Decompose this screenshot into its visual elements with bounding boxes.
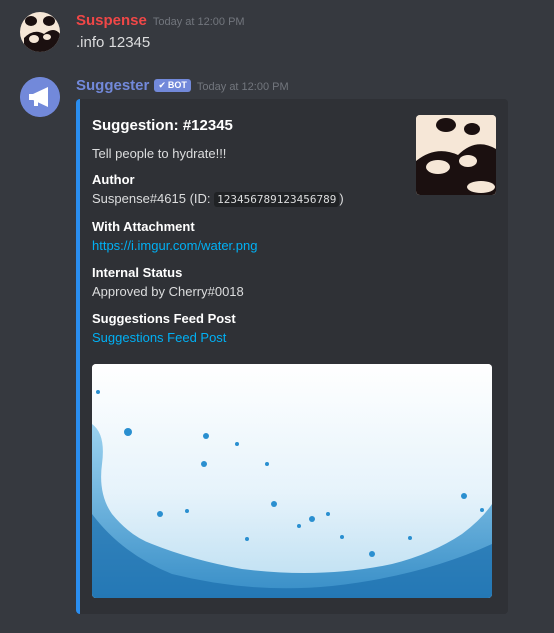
suggestion-embed: Suggestion: #12345 Tell people to hydrat… xyxy=(76,99,508,614)
water-splash-image xyxy=(92,364,492,598)
panda-icon xyxy=(416,115,496,195)
username-suspense[interactable]: Suspense Today at 12:00 PM xyxy=(76,11,245,32)
bot-badge: ✔ BOT xyxy=(154,79,191,92)
avatar-suggester[interactable] xyxy=(20,77,60,117)
panda-icon xyxy=(20,12,60,52)
author-id-code: 123456789123456789 xyxy=(214,192,340,207)
verified-check-icon: ✔ xyxy=(158,80,166,90)
embed-title: Suggestion: #12345 xyxy=(92,117,233,134)
field-value: https://i.imgur.com/water.png xyxy=(92,236,402,256)
username-text[interactable]: Suggester xyxy=(76,77,149,94)
field-author: Author Suspense#4615 (ID: 12345678912345… xyxy=(92,171,402,210)
embed-description: Tell people to hydrate!!! xyxy=(92,146,227,161)
megaphone-icon xyxy=(20,77,60,117)
chat-messages: Suspense Today at 12:00 PM .info 12345 Su… xyxy=(0,0,554,633)
field-value: Suggestions Feed Post xyxy=(92,328,402,348)
field-name: Author xyxy=(92,172,135,187)
message-timestamp: Today at 12:00 PM xyxy=(196,81,289,93)
embed-thumbnail[interactable] xyxy=(416,115,496,195)
field-value: Approved by Cherry#0018 xyxy=(92,284,244,299)
author-id-close: ) xyxy=(339,191,344,206)
field-name: Internal Status xyxy=(92,265,183,280)
author-name: Suspense#4615 (ID: xyxy=(92,191,215,206)
field-name: Suggestions Feed Post xyxy=(92,311,236,326)
field-internal-status: Internal Status Approved by Cherry#0018 xyxy=(92,264,402,302)
feed-post-link[interactable]: Suggestions Feed Post xyxy=(92,330,226,345)
message-suspense: Suspense Today at 12:00 PM .info 12345 xyxy=(0,0,554,70)
field-name: With Attachment xyxy=(92,219,195,234)
username-text[interactable]: Suspense xyxy=(76,12,147,29)
avatar-suspense[interactable] xyxy=(20,12,60,52)
field-attachment: With Attachment https://i.imgur.com/wate… xyxy=(92,218,402,256)
embed-image[interactable] xyxy=(92,364,492,598)
message-text: .info 12345 xyxy=(76,34,151,51)
username-suggester[interactable]: Suggester ✔ BOT Today at 12:00 PM xyxy=(76,76,289,97)
attachment-link[interactable]: https://i.imgur.com/water.png xyxy=(92,238,257,253)
bot-badge-label: BOT xyxy=(167,80,187,90)
message-timestamp: Today at 12:00 PM xyxy=(152,16,245,28)
field-feed-post: Suggestions Feed Post Suggestions Feed P… xyxy=(92,310,402,348)
field-value: Suspense#4615 (ID: 123456789123456789) xyxy=(92,189,402,210)
